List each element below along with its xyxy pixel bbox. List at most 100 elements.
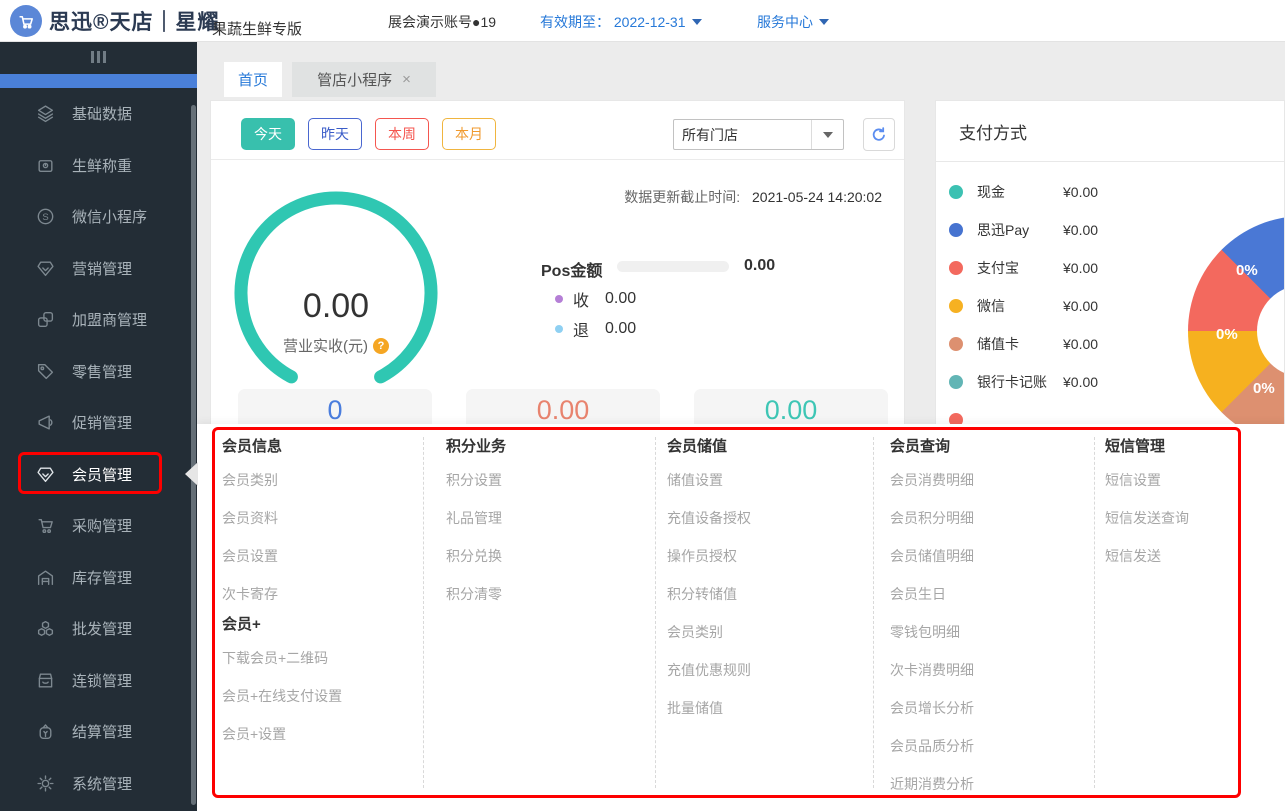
sidebar-item-label: 批发管理 (72, 618, 132, 639)
menu-item[interactable]: 积分设置 (446, 461, 646, 499)
menu-item[interactable]: 次卡寄存 (222, 575, 417, 613)
sidebar-item[interactable]: 连锁管理 (0, 655, 197, 707)
flyout-column-points: 积分业务积分设置礼品管理积分兑换积分清零 (446, 435, 646, 613)
menu-item[interactable]: 积分兑换 (446, 537, 646, 575)
sidebar-item[interactable]: 会员管理 (0, 449, 197, 501)
settlement-pouch-icon (36, 722, 56, 742)
sidebar-collapse-icon[interactable] (0, 42, 197, 72)
divider (873, 437, 874, 788)
cart-logo-icon (10, 5, 42, 37)
sidebar-item-label: 结算管理 (72, 721, 132, 742)
validity-dropdown[interactable]: 有效期至： 2022-12-31 (540, 12, 702, 32)
tab-home-label: 首页 (238, 69, 268, 90)
account-label: 展会演示账号●19 (388, 12, 496, 32)
sidebar-item[interactable]: 促销管理 (0, 397, 197, 449)
store-select[interactable]: 所有门店 (673, 119, 844, 150)
menu-group-title: 积分业务 (446, 435, 646, 461)
menu-item[interactable]: 次卡消费明细 (890, 651, 1085, 689)
pos-refund-row: 退 0.00 (555, 317, 636, 341)
service-center-text: 服务中心 (757, 12, 813, 32)
select-arrow-zone[interactable] (811, 120, 843, 149)
menu-item[interactable]: 会员品质分析 (890, 727, 1085, 765)
sidebar-item[interactable]: 基础数据 (0, 88, 197, 140)
sidebar-item[interactable]: 加盟商管理 (0, 294, 197, 346)
chevron-down-icon (823, 132, 833, 138)
payment-row: 储值卡 ¥0.00 (949, 325, 1149, 363)
menu-item[interactable]: 操作员授权 (667, 537, 867, 575)
menu-item[interactable]: 会员资料 (222, 499, 417, 537)
payment-title: 支付方式 (959, 119, 1027, 144)
sidebar-item[interactable]: 采购管理 (0, 500, 197, 552)
menu-item[interactable]: 礼品管理 (446, 499, 646, 537)
menu-group-title: 会员+ (222, 613, 417, 639)
sidebar-item[interactable]: 零售管理 (0, 346, 197, 398)
income-dot-icon (555, 295, 563, 303)
menu-item[interactable]: 近期消费分析 (890, 765, 1085, 803)
help-icon[interactable]: ? (373, 338, 389, 354)
update-time-value: 2021-05-24 14:20:02 (752, 189, 882, 205)
menu-item[interactable]: 会员+设置 (222, 715, 417, 753)
menu-item[interactable]: 充值设备授权 (667, 499, 867, 537)
validity-text: 有效期至： 2022-12-31 (540, 12, 686, 32)
sidebar-item[interactable]: S 微信小程序 (0, 191, 197, 243)
sidebar-item[interactable]: 结算管理 (0, 706, 197, 758)
menu-item[interactable]: 零钱包明细 (890, 613, 1085, 651)
date-filter-button[interactable]: 本周 (375, 118, 429, 150)
system-gear-icon (36, 773, 56, 793)
service-center-dropdown[interactable]: 服务中心 (757, 12, 829, 32)
flyout-columns: 会员信息会员类别会员资料会员设置次卡寄存会员+下载会员+二维码会员+在线支付设置… (212, 427, 1241, 798)
menu-item[interactable]: 会员消费明细 (890, 461, 1085, 499)
menu-item[interactable]: 会员+在线支付设置 (222, 677, 417, 715)
menu-item[interactable]: 短信发送 (1105, 537, 1235, 575)
chevron-down-icon (819, 19, 829, 25)
menu-item[interactable]: 充值优惠规则 (667, 651, 867, 689)
sidebar-item[interactable]: 批发管理 (0, 603, 197, 655)
menu-item[interactable]: 会员增长分析 (890, 689, 1085, 727)
menu-item[interactable]: 会员生日 (890, 575, 1085, 613)
menu-item[interactable]: 短信发送查询 (1105, 499, 1235, 537)
sidebar-item-label: 生鲜称重 (72, 155, 132, 176)
app-window: 思迅®天店｜星耀 果蔬生鲜专版 展会演示账号●19 有效期至： 2022-12-… (0, 0, 1285, 811)
income-label: 收 (573, 287, 589, 311)
menu-item[interactable]: 短信设置 (1105, 461, 1235, 499)
date-filter-button[interactable]: 昨天 (308, 118, 362, 150)
sidebar-scrollbar[interactable] (191, 105, 196, 805)
date-filter-button[interactable]: 本月 (442, 118, 496, 150)
menu-item[interactable]: 积分清零 (446, 575, 646, 613)
sidebar-item[interactable]: 营销管理 (0, 243, 197, 295)
pos-income-row: 收 0.00 (555, 287, 636, 311)
sidebar-item-label: 连锁管理 (72, 670, 132, 691)
payment-row: 微信 ¥0.00 (949, 287, 1149, 325)
payment-method-value: ¥0.00 (1063, 336, 1098, 352)
menu-item[interactable]: 下载会员+二维码 (222, 639, 417, 677)
tab-mini-program[interactable]: 管店小程序 × (292, 62, 436, 97)
menu-item[interactable]: 储值设置 (667, 461, 867, 499)
pos-progress-bar (617, 261, 729, 272)
update-time-label: 数据更新截止时间: (624, 189, 740, 205)
date-filter-button[interactable]: 今天 (241, 118, 295, 150)
tab-home[interactable]: 首页 (224, 62, 282, 97)
scale-icon (36, 155, 56, 175)
divider (936, 161, 1284, 162)
sidebar-item[interactable]: 库存管理 (0, 552, 197, 604)
gauge-center: 0.00 营业实收(元) ? (231, 287, 441, 356)
menu-item[interactable]: 会员积分明细 (890, 499, 1085, 537)
menu-item[interactable]: 会员类别 (667, 613, 867, 651)
legend-dot-icon (949, 337, 963, 351)
brand-name: 思迅®天店｜星耀 (49, 6, 219, 36)
sidebar-item-label: 会员管理 (72, 464, 132, 485)
menu-item[interactable]: 积分转储值 (667, 575, 867, 613)
legend-dot-icon (949, 375, 963, 389)
sidebar-item[interactable]: 系统管理 (0, 758, 197, 810)
menu-item[interactable]: 会员储值明细 (890, 537, 1085, 575)
sidebar-item[interactable]: 生鲜称重 (0, 140, 197, 192)
menu-item[interactable]: 会员设置 (222, 537, 417, 575)
close-icon[interactable]: × (402, 71, 411, 88)
member-gem-icon (36, 464, 56, 484)
payment-method-value: ¥0.00 (1063, 222, 1098, 238)
menu-item[interactable]: 批量储值 (667, 689, 867, 727)
refresh-button[interactable] (863, 118, 895, 151)
menu-item[interactable]: 会员类别 (222, 461, 417, 499)
payment-method-value: ¥0.00 (1063, 298, 1098, 314)
flyout-column-sms: 短信管理短信设置短信发送查询短信发送 (1105, 435, 1235, 575)
